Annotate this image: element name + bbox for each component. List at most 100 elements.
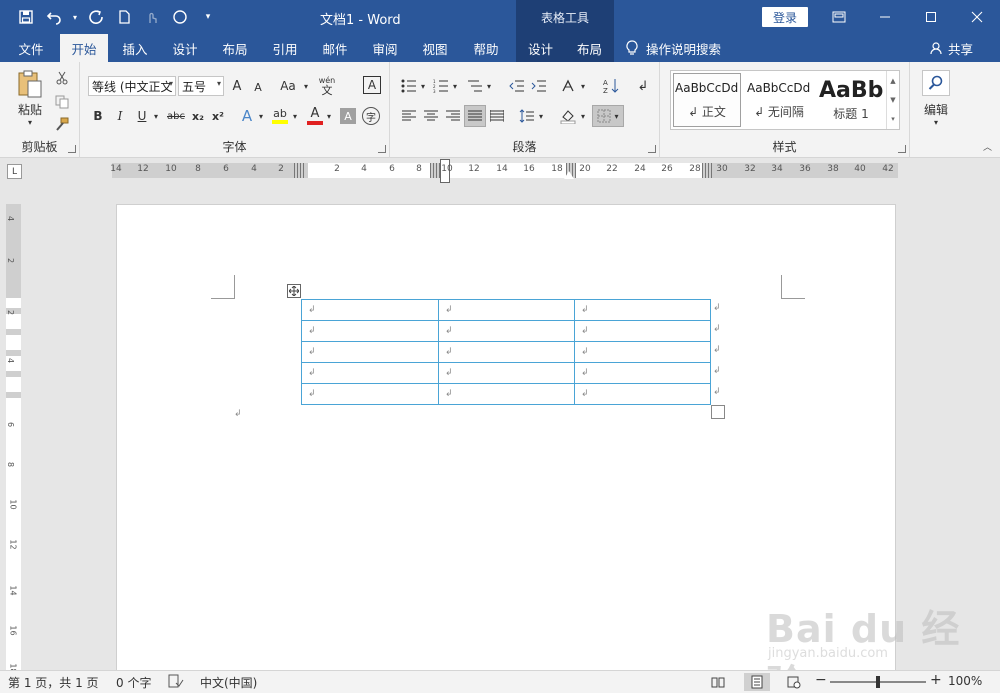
tab-view[interactable]: 视图 [412,34,458,62]
table-move-handle-icon[interactable] [287,284,301,298]
ribbon-display-options-icon[interactable] [816,0,862,34]
table-cell[interactable]: ↲ [301,341,439,363]
multilevel-dropdown-icon[interactable]: ▾ [485,76,493,96]
sort-icon[interactable]: AZ [602,76,620,96]
table-resize-handle[interactable] [711,405,725,419]
maximize-icon[interactable] [908,0,954,34]
align-center-icon[interactable] [422,106,440,126]
increase-indent-icon[interactable] [530,76,548,96]
align-left-icon[interactable] [400,106,418,126]
line-spacing-dropdown-icon[interactable]: ▾ [537,106,545,126]
minimize-icon[interactable] [862,0,908,34]
text-effects-button[interactable]: A [238,106,256,126]
borders-button[interactable]: ▾ [592,105,624,127]
table-cell[interactable]: ↲ [438,383,575,405]
gallery-more-icon[interactable]: ▾ [891,115,895,123]
shrink-font-button[interactable]: A [250,78,266,96]
undo-dropdown-icon[interactable]: ▾ [70,6,80,28]
show-formatting-marks-icon[interactable]: ↲ [634,76,652,96]
circle-icon[interactable] [168,6,192,28]
tab-design[interactable]: 设计 [162,34,208,62]
read-mode-icon[interactable] [708,673,728,691]
new-doc-icon[interactable] [112,6,136,28]
table-column-marker[interactable] [430,163,440,178]
style-heading-1[interactable]: AaBb 标题 1 [817,73,885,127]
line-spacing-icon[interactable] [518,106,536,126]
table-cell[interactable]: ↲ [301,362,439,384]
customize-qat-icon[interactable]: ▾ [196,6,220,28]
numbering-icon[interactable]: 123 [432,76,450,96]
gallery-down-icon[interactable]: ▼ [890,96,895,104]
word-count[interactable]: 0 个字 [116,674,151,691]
highlight-button[interactable]: ab [270,104,290,126]
clipboard-launcher-icon[interactable] [68,145,76,153]
tab-table-design[interactable]: 设计 [516,34,565,62]
font-name-combo[interactable]: 等线 (中文正文 ▾ [88,76,176,96]
superscript-button[interactable]: x² [210,106,226,126]
find-icon[interactable] [922,70,950,96]
save-icon[interactable] [14,6,38,28]
table-cell[interactable]: ↲ [574,299,711,321]
tab-mailings[interactable]: 邮件 [312,34,358,62]
table-row-marker[interactable] [6,350,21,356]
subscript-button[interactable]: x₂ [190,106,206,126]
align-right-icon[interactable] [444,106,462,126]
tell-me-search[interactable]: 操作说明搜索 [626,34,721,62]
underline-dropdown-icon[interactable]: ▾ [151,106,161,126]
shading-dropdown-icon[interactable]: ▾ [579,106,587,126]
collapse-ribbon-icon[interactable]: ︿ [983,140,992,153]
table-cell[interactable]: ↲ [301,320,439,342]
paragraph-launcher-icon[interactable] [648,145,656,153]
table-cell[interactable]: ↲ [574,341,711,363]
character-shading-button[interactable]: A [340,108,356,124]
style-normal[interactable]: AaBbCcDd ↲ 正文 [673,73,741,127]
cut-icon[interactable] [54,70,70,86]
zoom-slider-thumb[interactable] [876,676,880,688]
paste-dropdown-icon[interactable]: ▾ [28,118,32,127]
login-button[interactable]: 登录 [762,7,808,27]
bold-button[interactable]: B [90,106,106,126]
table-row-marker[interactable] [6,371,21,377]
horizontal-ruler[interactable]: 14 12 10 8 6 4 2 2 4 6 8 10 12 14 16 18 20 22 24 26 28 30 32 34… [110,159,898,183]
underline-button[interactable]: U [134,106,150,126]
chinese-layout-dropdown-icon[interactable]: ▾ [579,76,587,96]
bullets-icon[interactable] [400,76,418,96]
table-cell[interactable]: ↲ [301,299,439,321]
grow-font-button[interactable]: A [228,76,246,96]
change-case-button[interactable]: Aa [276,76,300,96]
copy-icon[interactable] [54,94,70,110]
table-row-marker[interactable] [6,392,21,398]
decrease-indent-icon[interactable] [508,76,526,96]
vertical-ruler[interactable]: 4 2 2 4 6 8 10 12 14 16 18 [6,204,21,674]
web-layout-icon[interactable] [784,673,804,691]
table-cell[interactable]: ↲ [574,320,711,342]
tab-review[interactable]: 审阅 [362,34,408,62]
proofing-icon[interactable] [168,674,184,688]
chinese-layout-icon[interactable] [560,76,578,96]
tab-layout[interactable]: 布局 [212,34,258,62]
text-effects-dropdown-icon[interactable]: ▾ [256,106,266,126]
bullets-dropdown-icon[interactable]: ▾ [419,76,427,96]
tab-help[interactable]: 帮助 [462,34,510,62]
gallery-scroll[interactable]: ▲ ▼ ▾ [886,71,899,129]
strikethrough-button[interactable]: abc [164,106,188,126]
table-cell[interactable]: ↲ [438,299,575,321]
table-cell[interactable]: ↲ [438,362,575,384]
table-cell[interactable]: ↲ [301,383,439,405]
redo-icon[interactable] [84,6,108,28]
table-cell[interactable]: ↲ [574,383,711,405]
print-layout-icon[interactable] [744,673,770,691]
multilevel-list-icon[interactable] [466,76,484,96]
paste-button[interactable]: 粘贴 ▾ [12,68,48,128]
highlight-dropdown-icon[interactable]: ▾ [290,106,300,126]
tab-insert[interactable]: 插入 [112,34,158,62]
justify-icon[interactable] [464,105,486,127]
tab-file[interactable]: 文件 [8,34,54,62]
zoom-out-button[interactable]: − [815,672,827,688]
phonetic-guide-button[interactable]: wén 文 [316,74,338,98]
share-button[interactable]: 共享 [930,34,973,62]
editing-dropdown-icon[interactable]: ▾ [928,116,944,128]
styles-launcher-icon[interactable] [898,145,906,153]
tab-references[interactable]: 引用 [262,34,308,62]
table-cell[interactable]: ↲ [438,341,575,363]
